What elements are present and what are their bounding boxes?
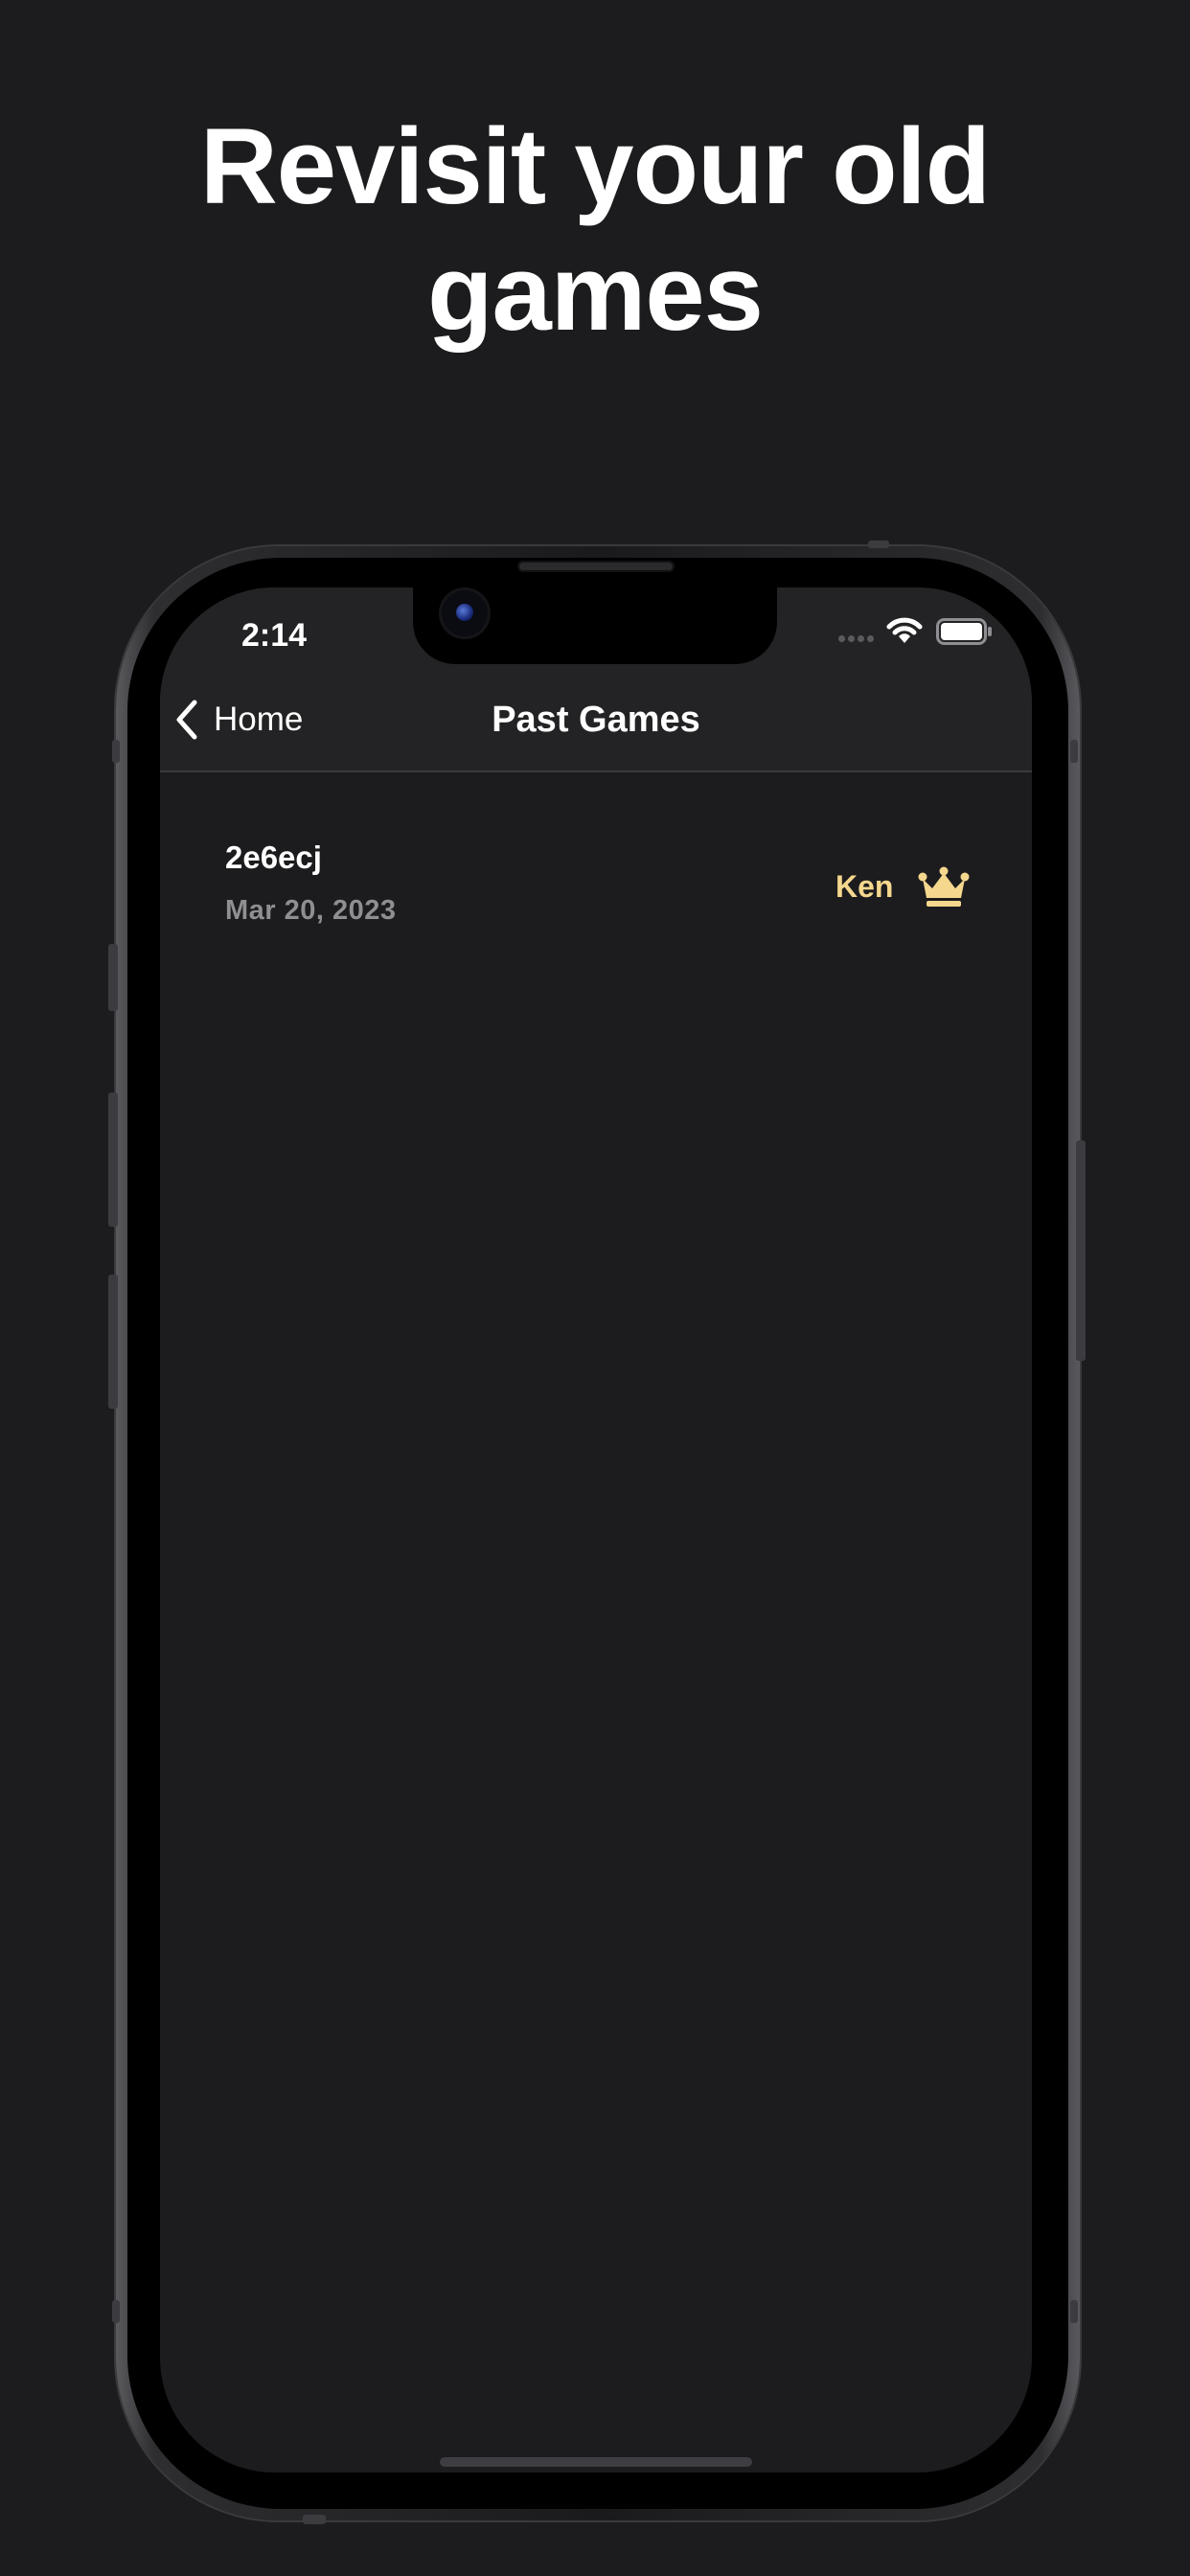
game-code: 2e6ecj [225,840,322,875]
promo-headline: Revisit your old games [0,104,1190,356]
wifi-icon [886,617,923,643]
phone-mute-switch [108,944,118,1011]
crown-icon [918,866,970,907]
phone-antenna-band-left-bottom [112,2300,120,2323]
phone-power-button [1076,1140,1086,1361]
phone-antenna-band-bottom [303,2515,326,2524]
status-time: 2:14 [241,617,308,654]
battery-icon [936,618,992,645]
winner-name: Ken [835,869,894,904]
phone-antenna-band-right-bottom [1070,2300,1078,2323]
phone-antenna-band-right-top [1070,740,1078,763]
phone-antenna-band-left-top [112,740,120,763]
earpiece-speaker [517,561,675,572]
phone-volume-down-button [108,1275,118,1409]
page-title: Past Games [492,700,700,740]
phone-antenna-band [868,540,889,548]
game-list-item[interactable]: 2e6ecj Mar 20, 2023 Ken [160,817,1032,932]
phone-screen: 2:14 Home Past Games 2e6ecj Mar 20, 2023… [160,587,1032,2472]
promo-headline-line-1: Revisit your old [199,106,991,226]
status-icons [831,612,1003,655]
home-indicator[interactable] [440,2457,752,2467]
front-camera [442,590,488,636]
game-date: Mar 20, 2023 [225,895,397,926]
promo-headline-line-2: games [427,233,764,353]
phone-volume-up-button [108,1092,118,1227]
cellular-signal-icon [838,635,877,643]
